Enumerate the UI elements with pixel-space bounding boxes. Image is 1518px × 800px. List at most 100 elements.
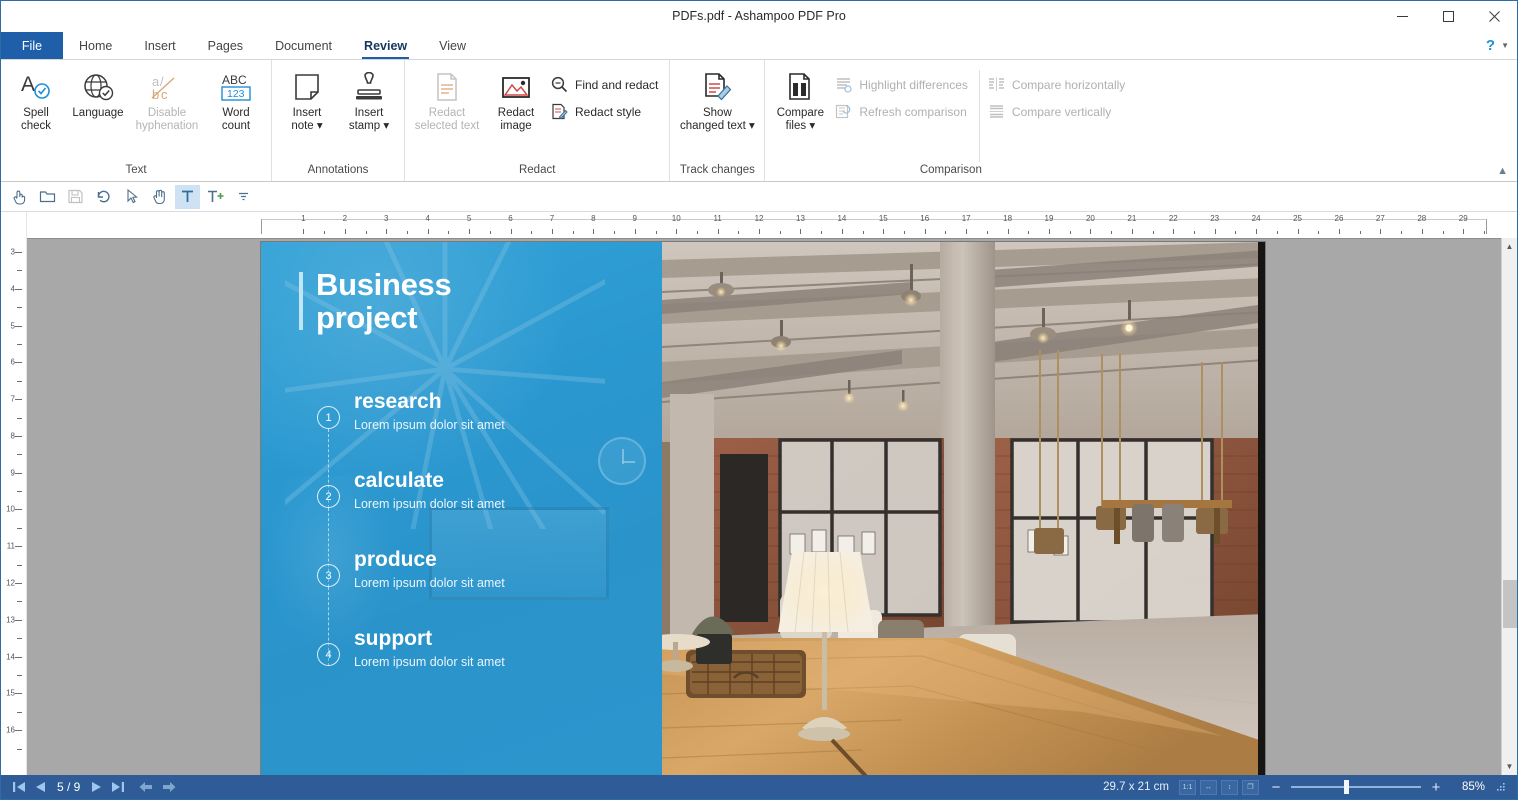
vertical-ruler[interactable]: 3 4 5 6 7 8 9 10 11 12 13 14 15 16	[1, 238, 27, 775]
zoom-slider-thumb[interactable]	[1344, 780, 1349, 794]
scrollbar-track[interactable]	[1502, 255, 1518, 758]
toolbar-overflow-icon[interactable]	[231, 185, 256, 209]
vertical-scrollbar[interactable]: ▲ ▼	[1501, 238, 1517, 775]
tab-home[interactable]: Home	[63, 32, 128, 59]
tab-pages[interactable]: Pages	[192, 32, 259, 59]
page-navigation: 5 / 9	[7, 780, 176, 794]
ruler-tick	[966, 229, 968, 234]
previous-page-icon[interactable]	[35, 781, 46, 793]
horizontal-ruler[interactable]: 1 2 3 4 5 6 7 8 9 10 11 12 13 14 15 16 17 18 19 20 21 22 23 24 2…	[27, 212, 1501, 238]
scroll-down-button[interactable]: ▼	[1502, 758, 1518, 775]
zoom-in-button[interactable]: +	[1429, 780, 1443, 795]
ruler-label: 5	[466, 214, 472, 223]
zoom-out-button[interactable]: −	[1269, 780, 1283, 795]
text-tool-icon[interactable]	[175, 184, 200, 209]
ribbon-group-redact-title: Redact	[518, 164, 556, 176]
show-changed-text-button[interactable]: Show changed text ▾	[674, 66, 760, 137]
ruler-tick	[427, 229, 429, 234]
undo-icon[interactable]	[91, 185, 116, 209]
disable-hyphenation-label: Disable hyphenation	[135, 107, 199, 132]
language-button[interactable]: Language	[67, 66, 129, 124]
ruler-tick	[15, 252, 22, 253]
minimize-button[interactable]	[1379, 1, 1425, 32]
ribbon-group-comparison: Compare files ▾ Highlight differences Re…	[765, 60, 1136, 181]
ruler-tick-half	[365, 231, 367, 234]
step-number-badge: 3	[317, 564, 340, 587]
fit-page-button[interactable]: ↕	[1221, 779, 1238, 795]
svg-text:123: 123	[227, 88, 245, 100]
spell-check-button[interactable]: A Spell check	[5, 66, 67, 137]
ruler-label: 20	[1085, 214, 1095, 223]
highlight-differences-button[interactable]: Highlight differences	[831, 72, 975, 97]
question-mark-icon: ?	[1485, 37, 1496, 54]
touch-mode-icon[interactable]	[7, 185, 32, 209]
collapse-ribbon-icon[interactable]: ▲	[1492, 163, 1513, 179]
redact-image-button[interactable]: Redact image	[485, 66, 547, 137]
actual-size-button[interactable]: 1:1	[1179, 779, 1196, 795]
two-page-button[interactable]: ❐	[1242, 779, 1259, 795]
tab-document[interactable]: Document	[259, 32, 348, 59]
ruler-tick	[1338, 229, 1340, 234]
compare-vertically-button[interactable]: Compare vertically	[984, 99, 1132, 124]
redact-style-button[interactable]: Redact style	[547, 99, 665, 124]
next-page-icon[interactable]	[91, 781, 102, 793]
navigate-back-icon[interactable]	[139, 781, 153, 793]
ruler-label: 17	[961, 214, 971, 223]
tab-file[interactable]: File	[1, 32, 63, 59]
refresh-comparison-label: Refresh comparison	[859, 104, 967, 119]
zoom-controls: − + 85%	[1269, 780, 1485, 795]
word-count-button[interactable]: ABC 123 Word count	[205, 66, 267, 137]
tab-insert[interactable]: Insert	[128, 32, 191, 59]
ruler-right-padding	[1501, 212, 1517, 238]
disable-hyphenation-button[interactable]: a / b c Disablehyphenation	[129, 66, 205, 137]
spellcheck-icon: A	[19, 70, 53, 104]
step-item: 1 research Lorem ipsum dolor sit amet	[317, 384, 647, 508]
hand-tool-icon[interactable]	[147, 185, 172, 209]
tab-review[interactable]: Review	[348, 32, 423, 59]
ruler-tick	[15, 546, 22, 548]
ruler-tick	[15, 325, 22, 327]
save-icon[interactable]	[63, 185, 88, 209]
find-and-redact-button[interactable]: Find and redact	[547, 72, 665, 97]
compare-files-button[interactable]: Compare files ▾	[769, 66, 831, 137]
compare-horizontally-label: Compare horizontally	[1011, 77, 1126, 92]
add-text-icon[interactable]	[203, 185, 228, 209]
redact-selected-text-button[interactable]: Redact selected text	[409, 66, 485, 137]
pdf-page[interactable]: Business project 1 research Lorem ipsum d…	[261, 242, 1265, 775]
tab-view[interactable]: View	[423, 32, 482, 59]
insert-stamp-button[interactable]: Insert stamp ▾	[338, 66, 400, 137]
scroll-up-button[interactable]: ▲	[1502, 238, 1518, 255]
ruler-tick	[15, 656, 22, 658]
close-button[interactable]	[1471, 1, 1517, 32]
ruler-label: 8	[10, 431, 15, 441]
ruler-tick-half	[17, 417, 22, 419]
document-canvas[interactable]: Business project 1 research Lorem ipsum d…	[27, 238, 1501, 775]
step-heading: support	[354, 627, 433, 650]
fit-width-button[interactable]: ↔	[1200, 779, 1217, 795]
select-arrow-icon[interactable]	[119, 185, 144, 209]
ruler-tick-half	[17, 343, 22, 345]
step-text: support Lorem ipsum dolor sit amet	[354, 621, 505, 669]
svg-text:A: A	[21, 73, 35, 96]
step-subtext: Lorem ipsum dolor sit amet	[354, 417, 505, 432]
refresh-comparison-button[interactable]: Refresh comparison	[831, 99, 975, 124]
compare-files-icon	[785, 70, 815, 104]
ruler-tick	[1256, 229, 1258, 234]
ruler-label: 10	[671, 214, 681, 223]
ruler-tick-half	[448, 231, 450, 234]
zoom-slider[interactable]	[1291, 780, 1421, 794]
scrollbar-thumb[interactable]	[1502, 580, 1517, 628]
compare-horizontally-button[interactable]: Compare horizontally	[984, 72, 1132, 97]
insert-note-button[interactable]: Insert note ▾	[276, 66, 338, 137]
navigate-forward-icon[interactable]	[162, 781, 176, 793]
first-page-icon[interactable]	[13, 781, 26, 793]
ruler-label: 3	[384, 214, 389, 223]
ruler-tick	[1463, 229, 1465, 234]
page-indicator[interactable]: 5 / 9	[55, 780, 82, 794]
help-button[interactable]: ? ▼	[1486, 32, 1517, 59]
resize-grip-icon[interactable]	[1495, 781, 1507, 793]
maximize-button[interactable]	[1425, 1, 1471, 32]
open-folder-icon[interactable]	[35, 185, 60, 209]
word-count-icon: ABC 123	[216, 70, 256, 104]
last-page-icon[interactable]	[111, 781, 125, 793]
